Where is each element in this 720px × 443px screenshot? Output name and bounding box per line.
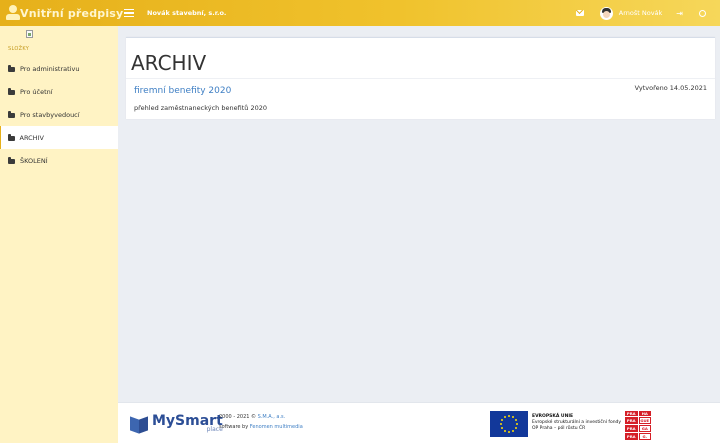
eu-star-icon: [508, 415, 510, 417]
eu-star-icon: [508, 431, 510, 433]
broken-image-icon: [26, 30, 33, 38]
top-bar: Vnitřní předpisy Novák stavební, s.r.o. …: [0, 0, 720, 26]
eu-star-icon: [504, 429, 506, 432]
praha-logo-cell: G.: [638, 433, 651, 440]
mysmart-logo[interactable]: MySmart place: [130, 414, 223, 434]
praha-logo-cell: PRA: [625, 425, 638, 432]
copyright: 2000 - 2021 © S.M.A., a.s. software by F…: [219, 412, 303, 432]
folder-icon: [8, 111, 15, 118]
praha-logo-cell: PRA: [625, 433, 638, 440]
folder-icon: [8, 65, 15, 72]
software-author-link[interactable]: Fenomen multimedia: [250, 424, 303, 430]
copyright-prefix: 2000 - 2021 ©: [219, 414, 258, 420]
eu-star-icon: [514, 427, 517, 429]
eu-star-icon: [504, 416, 506, 419]
app-title: Vnitřní předpisy: [20, 6, 124, 20]
brand[interactable]: Vnitřní předpisy: [0, 0, 123, 26]
praha-logo-cell: GUE: [638, 417, 651, 424]
sidebar-section-label: SLOŽKY: [8, 46, 30, 52]
eu-star-icon: [512, 416, 514, 419]
software-prefix: software by: [219, 424, 250, 430]
praha-logo-cell: PRA: [625, 411, 638, 416]
user-name[interactable]: Arnošt Novák: [619, 9, 663, 17]
sidebar-item-pro-administrativu[interactable]: Pro administrativu: [0, 57, 118, 80]
sidebar-item-label: Pro administrativu: [20, 64, 80, 73]
sidebar-item-label: Pro účetní: [20, 87, 53, 96]
copyright-owner-link[interactable]: S.M.A., a.s.: [258, 414, 286, 420]
eu-line-3: OP Praha – pól růstu ČR: [532, 426, 586, 431]
sidebar-item-label: Pro stavbyvedoucí: [20, 110, 80, 119]
folder-icon: [8, 88, 15, 95]
settings-icon[interactable]: [699, 9, 706, 17]
praha-logo-cell: GA: [638, 425, 651, 432]
folder-icon: [8, 157, 15, 164]
sidebar-item-skoleni[interactable]: ŠKOLENÍ: [0, 149, 118, 172]
praha-logo: PRA HA PRA GUE PRA GA PRA G.: [625, 411, 651, 440]
document-list-card: ARCHIV firemní benefity 2020 Vytvořeno 1…: [126, 37, 715, 119]
mysmart-brand-sub: place: [206, 426, 223, 433]
sidebar-item-pro-ucetni[interactable]: Pro účetní: [0, 80, 118, 103]
eu-star-icon: [512, 429, 514, 432]
sidebar-item-label: ARCHIV: [19, 133, 44, 142]
top-right-actions: Arnošt Novák ⇥: [575, 0, 720, 26]
footer: MySmart place 2000 - 2021 © S.M.A., a.s.…: [118, 402, 720, 443]
folder-icon: [7, 134, 15, 141]
sidebar-item-archiv[interactable]: ARCHIV: [0, 126, 118, 149]
sidebar-item-pro-stavbyvedouci[interactable]: Pro stavbyvedoucí: [0, 103, 118, 126]
sidebar-item-label: ŠKOLENÍ: [20, 156, 48, 165]
mysmart-logo-icon: [130, 415, 148, 434]
eu-star-icon: [501, 427, 504, 429]
sidebar: SLOŽKY Pro administrativu Pro účetní Pro…: [0, 26, 118, 443]
document-created-date: Vytvořeno 14.05.2021: [634, 84, 707, 92]
page-title: ARCHIV: [131, 51, 207, 75]
document-description: přehled zaměstnaneckých benefitů 2020: [134, 104, 267, 112]
sidebar-nav: Pro administrativu Pro účetní Pro stavby…: [0, 57, 118, 172]
eu-star-icon: [500, 423, 502, 425]
company-name: Novák stavební, s.r.o.: [147, 9, 227, 17]
document-title-link[interactable]: firemní benefity 2020: [134, 86, 231, 96]
eu-funding-text: EVROPSKÁ UNIE Evropské strukturální a in…: [532, 414, 621, 432]
eu-star-icon: [516, 423, 518, 425]
mail-icon[interactable]: [575, 10, 584, 16]
praha-logo-cell: HA: [638, 411, 651, 416]
praha-logo-cell: PRA: [625, 417, 638, 424]
eu-star-icon: [501, 419, 504, 421]
divider: [126, 78, 715, 79]
eu-flag-icon: [490, 411, 528, 437]
logout-icon[interactable]: ⇥: [676, 9, 683, 18]
eu-star-icon: [514, 419, 517, 421]
avatar[interactable]: [599, 6, 613, 20]
menu-icon[interactable]: [124, 8, 134, 18]
